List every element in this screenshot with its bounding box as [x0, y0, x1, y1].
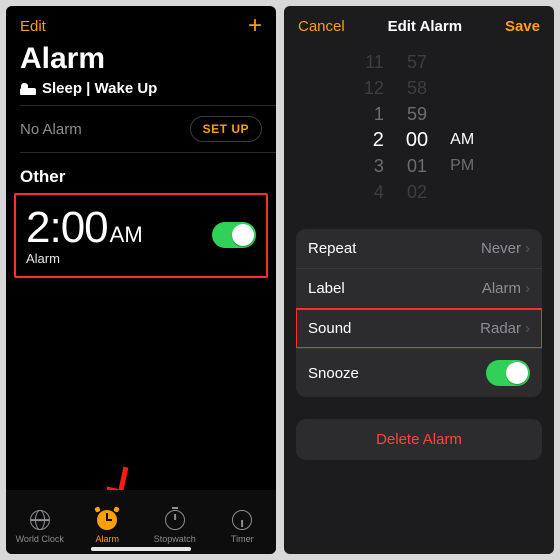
- picker-row: 12: [364, 77, 384, 99]
- tab-stopwatch[interactable]: Stopwatch: [141, 490, 209, 554]
- picker-row-selected: 2: [373, 129, 384, 151]
- page-title: Edit Alarm: [388, 18, 462, 35]
- row-label: Label: [308, 280, 345, 297]
- globe-icon: [30, 510, 50, 530]
- row-value: Alarm: [482, 280, 521, 297]
- timer-icon: [232, 510, 252, 530]
- row-label: Sound: [308, 320, 351, 337]
- picker-row: 4: [374, 181, 384, 203]
- picker-row: 3: [374, 155, 384, 177]
- picker-row: 1: [374, 103, 384, 125]
- tab-timer[interactable]: Timer: [209, 490, 277, 554]
- alarm-settings-list: Repeat Never› Label Alarm› Sound Radar› …: [296, 229, 542, 397]
- tab-world-clock[interactable]: World Clock: [6, 490, 74, 554]
- cancel-button[interactable]: Cancel: [298, 18, 345, 35]
- tab-alarm[interactable]: Alarm: [74, 490, 142, 554]
- nav-bar: Edit +: [6, 6, 276, 36]
- snooze-toggle[interactable]: [486, 360, 530, 386]
- add-alarm-button[interactable]: +: [248, 16, 262, 36]
- row-label: Snooze: [308, 365, 359, 382]
- picker-row: 02: [407, 181, 427, 203]
- tab-bar: World Clock Alarm Stopwatch Timer: [6, 490, 276, 554]
- alarm-time: 2:00AM: [26, 203, 143, 253]
- tab-label: World Clock: [16, 534, 64, 544]
- alarm-toggle[interactable]: [212, 222, 256, 248]
- delete-alarm-button[interactable]: Delete Alarm: [296, 419, 542, 460]
- edit-button[interactable]: Edit: [20, 18, 46, 35]
- label-row[interactable]: Label Alarm›: [296, 268, 542, 308]
- row-value: Never: [481, 240, 521, 257]
- stopwatch-icon: [165, 510, 185, 530]
- other-section-header: Other: [6, 153, 276, 193]
- row-label: Repeat: [308, 240, 356, 257]
- picker-hours[interactable]: 11 12 1 2 3 4: [364, 51, 384, 203]
- alarm-clock-icon: [97, 510, 117, 530]
- alarm-label: Alarm: [26, 251, 143, 266]
- tab-label: Alarm: [95, 534, 119, 544]
- alarm-time-ampm: AM: [110, 222, 143, 247]
- picker-minutes[interactable]: 57 58 59 00 01 02: [406, 51, 428, 203]
- picker-row: 57: [407, 51, 427, 73]
- tab-label: Stopwatch: [154, 534, 196, 544]
- sleep-wake-label: Sleep | Wake Up: [42, 80, 157, 97]
- picker-row: 58: [407, 77, 427, 99]
- chevron-right-icon: ›: [525, 320, 530, 337]
- page-title: Alarm: [6, 36, 276, 78]
- edit-alarm-screen: Cancel Edit Alarm Save 11 12 1 2 3 4 57 …: [284, 6, 554, 554]
- time-picker[interactable]: 11 12 1 2 3 4 57 58 59 00 01 02 AM PM: [284, 39, 554, 211]
- chevron-right-icon: ›: [525, 240, 530, 257]
- sleep-wake-row: No Alarm SET UP: [6, 106, 276, 152]
- picker-ampm[interactable]: AM PM: [450, 51, 474, 203]
- save-button[interactable]: Save: [505, 18, 540, 35]
- sound-row[interactable]: Sound Radar›: [296, 308, 542, 348]
- picker-row: 11: [365, 51, 384, 73]
- alarm-time-value: 2:00: [26, 203, 108, 252]
- sleep-wake-header: Sleep | Wake Up: [6, 78, 276, 105]
- picker-row-selected: 00: [406, 129, 428, 151]
- alarm-list-screen: Edit + Alarm Sleep | Wake Up No Alarm SE…: [6, 6, 276, 554]
- tab-label: Timer: [231, 534, 254, 544]
- row-value: Radar: [480, 320, 521, 337]
- picker-row-selected: AM: [450, 129, 474, 151]
- alarm-cell[interactable]: 2:00AM Alarm: [14, 193, 268, 278]
- picker-row: 01: [407, 155, 427, 177]
- picker-row: 59: [407, 103, 427, 125]
- bed-icon: [20, 83, 36, 95]
- no-alarm-text: No Alarm: [20, 121, 82, 138]
- setup-button[interactable]: SET UP: [190, 116, 262, 142]
- chevron-right-icon: ›: [525, 280, 530, 297]
- repeat-row[interactable]: Repeat Never›: [296, 229, 542, 268]
- home-indicator[interactable]: [91, 547, 191, 551]
- picker-row: PM: [450, 155, 474, 177]
- nav-bar: Cancel Edit Alarm Save: [284, 6, 554, 39]
- snooze-row: Snooze: [296, 348, 542, 397]
